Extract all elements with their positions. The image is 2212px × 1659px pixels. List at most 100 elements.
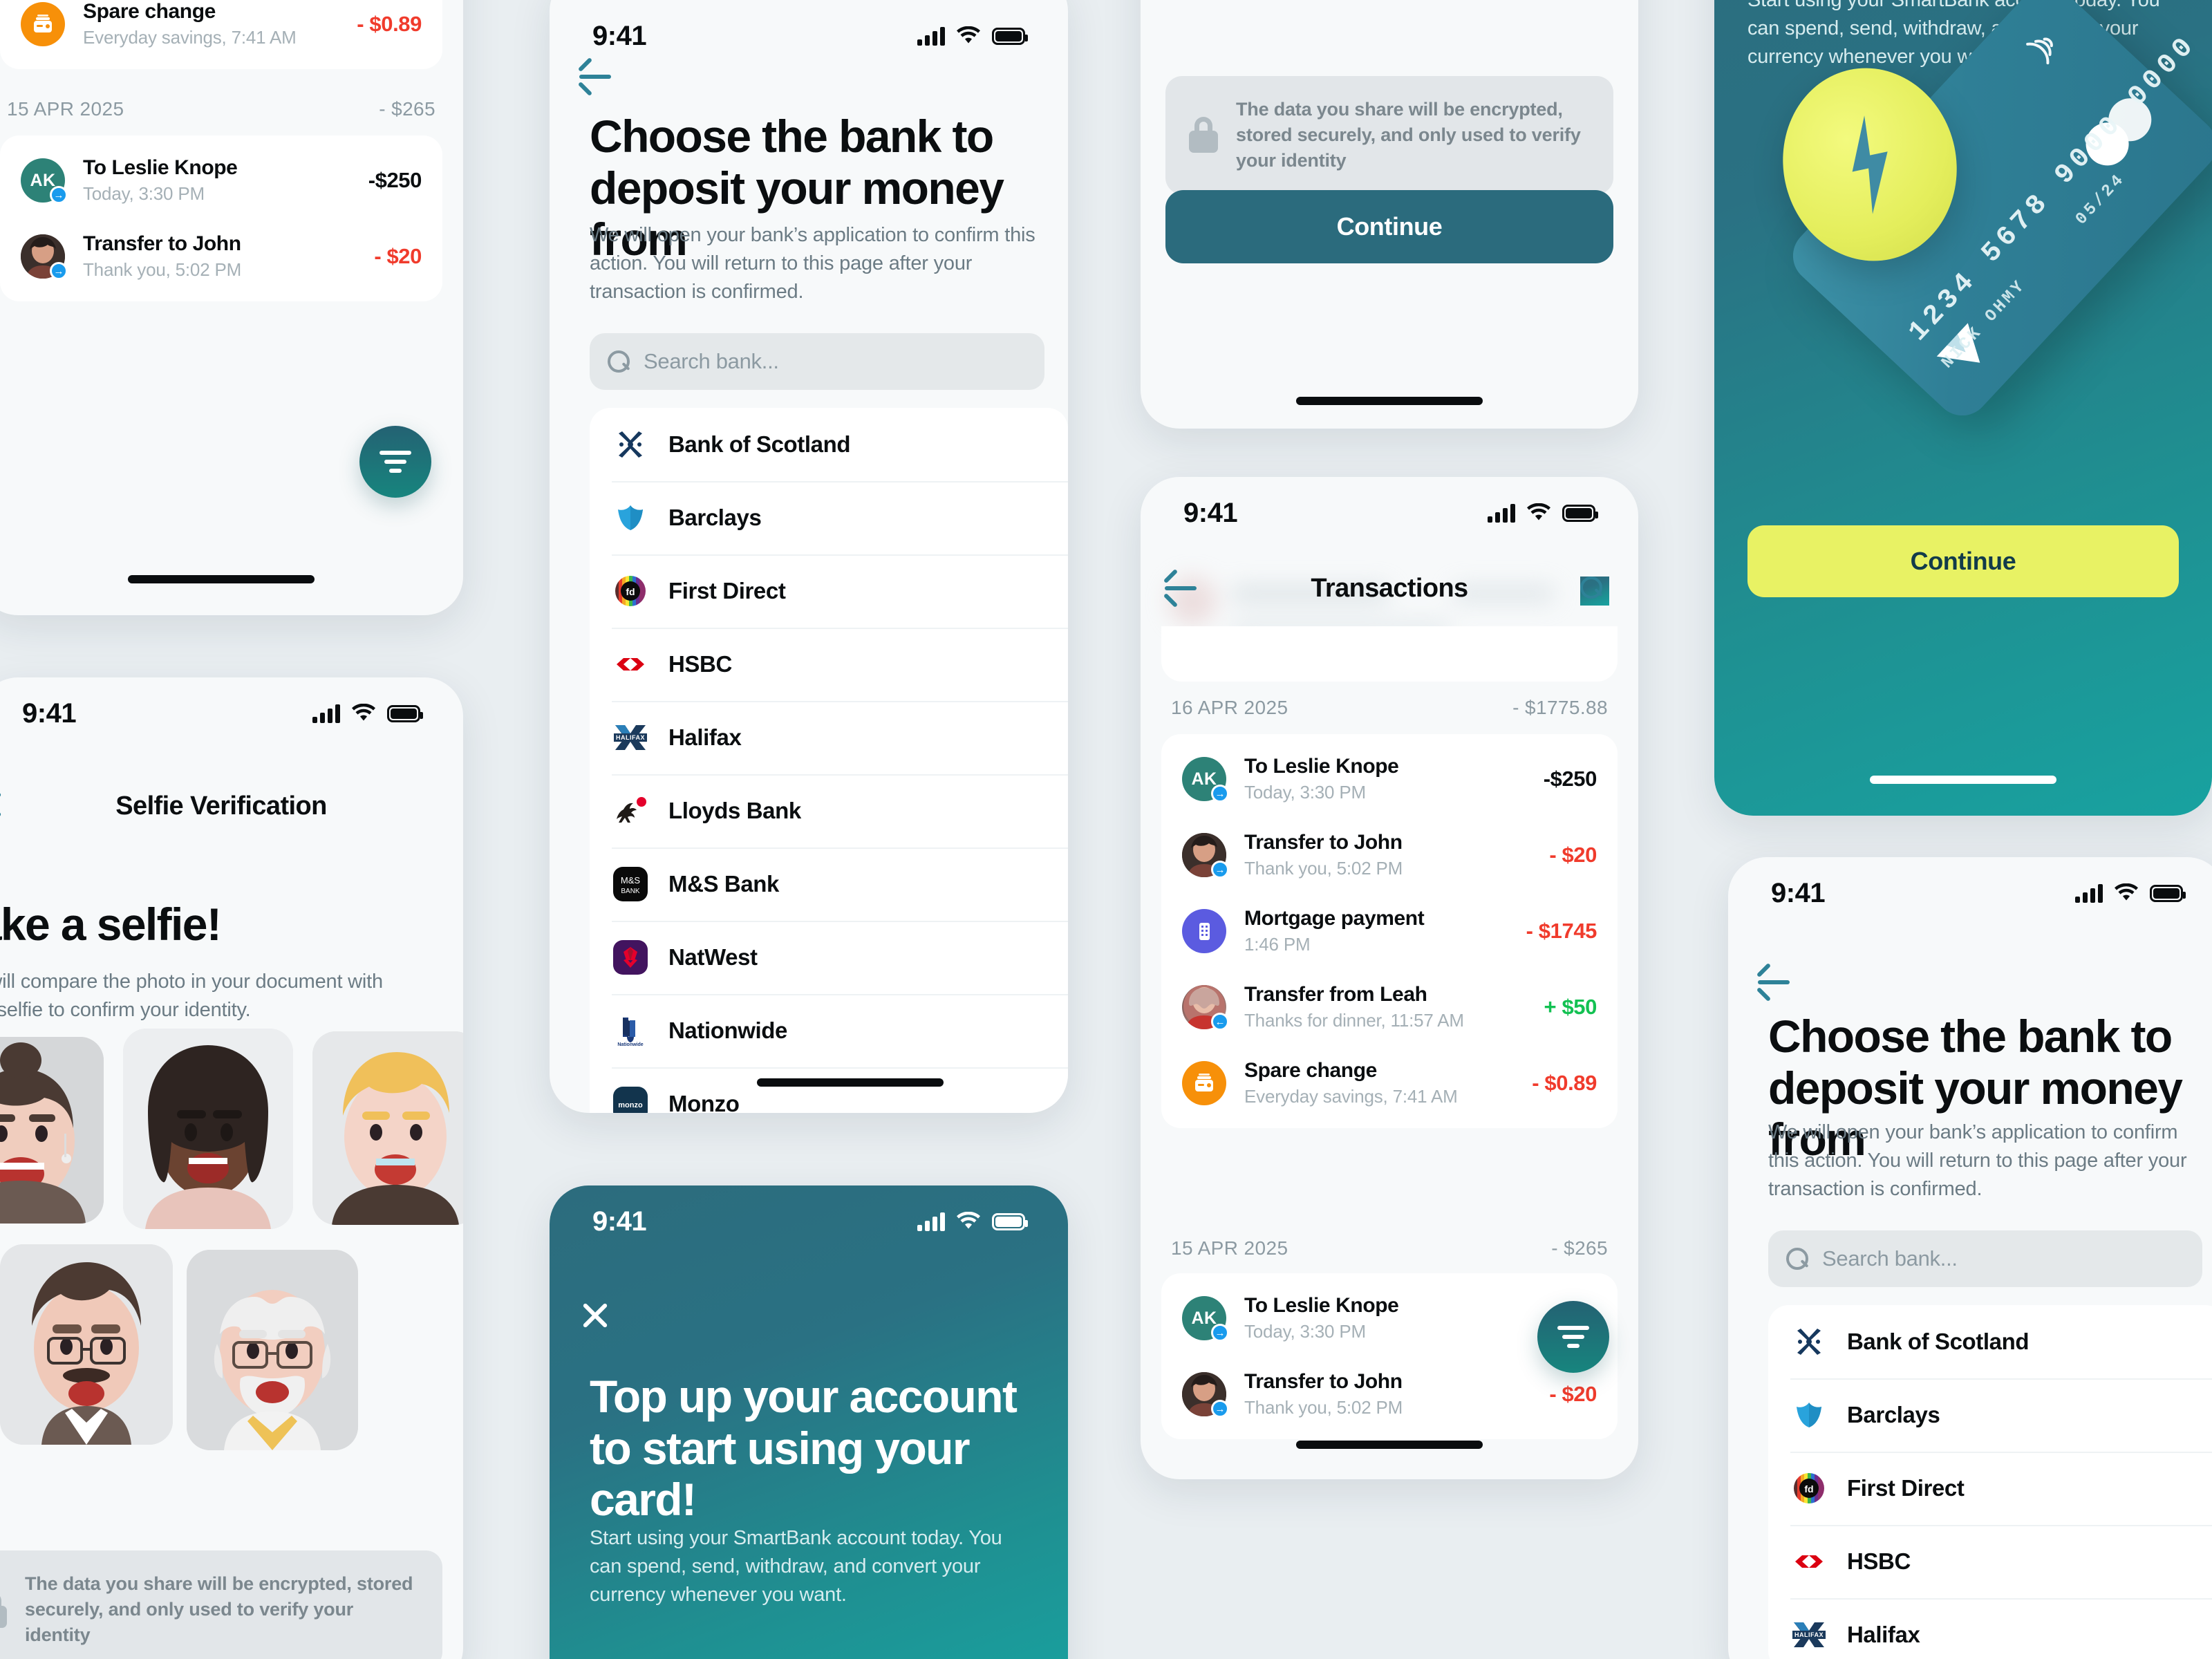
wifi-icon <box>957 1212 980 1229</box>
date-label: 15 APR 2025 <box>7 98 124 120</box>
table-row[interactable]: AK → To Leslie Knope Today, 3:30 PM -$25… <box>1161 741 1618 817</box>
continue-button[interactable]: Continue <box>1165 190 1613 263</box>
filter-icon <box>378 450 413 474</box>
bank-list-item[interactable]: Bank of Scotland <box>1768 1305 2212 1378</box>
continue-button[interactable]: Continue <box>1747 525 2179 597</box>
topup-description: Start using your SmartBank account today… <box>590 1527 1002 1606</box>
wallet-icon <box>1182 1061 1226 1105</box>
search-button[interactable] <box>1580 577 1609 606</box>
bank-list-item[interactable]: Lloyds Bank <box>590 774 1068 847</box>
close-button[interactable] <box>573 1293 617 1338</box>
topup-heading: Top up your account to start using your … <box>590 1371 1018 1526</box>
bank-list-item[interactable]: M&S BANK M&S Bank <box>590 847 1068 921</box>
bank-name: Nationwide <box>668 1018 788 1043</box>
table-row[interactable]: Mortgage payment 1:46 PM - $1745 <box>1161 893 1618 969</box>
back-button[interactable] <box>1752 959 1796 1004</box>
lock-icon <box>0 1591 7 1628</box>
status-time: 9:41 <box>1183 497 1238 528</box>
transaction-subtitle: 1:46 PM <box>1244 934 1311 955</box>
status-time: 9:41 <box>1771 877 1826 908</box>
contactless-icon <box>805 1649 888 1659</box>
bank-list-item[interactable]: NatWest <box>590 921 1068 994</box>
search-input[interactable]: Search bank... <box>590 333 1044 390</box>
avatar: AK → <box>1182 757 1229 803</box>
transaction-subtitle: Everyday savings, 7:41 AM <box>1244 1086 1458 1107</box>
transaction-subtitle: Thank you, 5:02 PM <box>1244 858 1403 879</box>
avatar-tile[interactable] <box>187 1250 358 1450</box>
avatar-tile[interactable] <box>123 1029 293 1229</box>
transaction-title: Transfer to John <box>83 232 241 255</box>
bank-list-item[interactable]: HSBC <box>590 628 1068 701</box>
lock-icon <box>1189 117 1218 153</box>
wifi-icon <box>957 26 980 44</box>
bank-name: HSBC <box>668 651 732 677</box>
phone-bank-picker: 9:41 Choose the bank to deposit your mon… <box>550 0 1068 1113</box>
phone-card-promo: Start using your SmartBank account today… <box>1714 0 2212 816</box>
back-button[interactable] <box>573 54 617 98</box>
bank-list-item[interactable]: HSBC <box>1768 1525 2212 1598</box>
bank-name: M&S Bank <box>668 871 779 897</box>
avatar-initials: AK <box>1191 1308 1217 1328</box>
halifax-logo: HALIFAX <box>612 719 649 756</box>
table-row[interactable]: → Transfer to John Thank you, 5:02 PM - … <box>1161 1356 1618 1432</box>
direction-badge: → <box>1211 785 1229 803</box>
bank-name: Barclays <box>1847 1402 1940 1427</box>
direction-badge: → <box>1211 1324 1229 1342</box>
transaction-amount: - $0.89 <box>1532 1071 1597 1095</box>
bank-list-item[interactable]: HALIFAX Halifax <box>590 701 1068 774</box>
bank-list-item[interactable]: Barclays <box>590 481 1068 554</box>
avatar: ← <box>1182 985 1229 1031</box>
bank-name: Barclays <box>668 505 762 530</box>
status-bar: 9:41 <box>1141 477 1638 549</box>
transaction-subtitle: Today, 3:30 PM <box>1244 1321 1366 1342</box>
bank-list-item[interactable]: HALIFAX Halifax <box>1768 1598 2212 1659</box>
date-header: 16 APR 2025 - $1775.88 <box>1164 697 1615 719</box>
bank-of-scotland-logo <box>1790 1323 1828 1360</box>
selfie-description: We will compare the photo in your docume… <box>0 971 383 1022</box>
bank-list: Bank of Scotland Barclays fd First Direc… <box>590 408 1068 1113</box>
avatar-tile[interactable] <box>312 1031 463 1225</box>
search-input[interactable]: Search bank... <box>1768 1230 2202 1287</box>
table-row[interactable]: AK → To Leslie Knope Today, 3:30 PM -$25… <box>0 142 442 218</box>
svg-text:fd: fd <box>626 586 635 597</box>
ms-bank-logo: M&S BANK <box>612 865 649 903</box>
bank-list-item[interactable]: Nationwide Nationwide <box>590 994 1068 1067</box>
avatar: → <box>1182 833 1229 879</box>
status-bar: 9:41 <box>550 0 1068 72</box>
bank-list-item[interactable]: Barclays <box>1768 1378 2212 1452</box>
phone-identity-continue: The data you share will be encrypted, st… <box>1141 0 1638 429</box>
wifi-icon <box>2115 883 2138 901</box>
transaction-title: To Leslie Knope <box>1244 755 1399 778</box>
phone-bank-picker-secondary: 9:41 Choose the bank to deposit your mon… <box>1728 857 2212 1659</box>
transaction-amount: - $20 <box>1549 1382 1597 1406</box>
transaction-title: Transfer to John <box>1244 1370 1403 1393</box>
avatar-tile[interactable] <box>0 1037 104 1224</box>
battery-icon <box>387 704 423 722</box>
status-bar: 9:41 <box>1728 857 2212 929</box>
page-description: We will open your bank’s application to … <box>590 224 1035 303</box>
bank-list-item[interactable]: Bank of Scotland <box>590 408 1068 481</box>
filter-fab-button[interactable] <box>1537 1301 1609 1373</box>
avatar-initials: AK <box>1191 769 1217 789</box>
lloyds-bank-logo <box>612 792 649 830</box>
search-icon <box>608 350 630 373</box>
bank-list-item[interactable]: fd First Direct <box>1768 1452 2212 1525</box>
privacy-banner: The data you share will be encrypted, st… <box>0 1550 442 1659</box>
battery-icon <box>992 27 1028 45</box>
home-indicator <box>1870 776 2056 784</box>
table-row[interactable]: → Transfer to John Thank you, 5:02 PM - … <box>0 218 442 294</box>
filter-fab-button[interactable] <box>359 426 431 498</box>
table-row[interactable]: Spare change Everyday savings, 7:41 AM -… <box>0 0 442 62</box>
page-title: Selfie Verification <box>115 791 327 821</box>
table-row[interactable]: Spare change Everyday savings, 7:41 AM -… <box>1161 1045 1618 1121</box>
back-arrow-icon <box>1756 970 1790 1002</box>
avatar-initials: AK <box>30 170 56 190</box>
home-indicator <box>1296 1441 1483 1449</box>
table-row[interactable]: → Transfer to John Thank you, 5:02 PM - … <box>1161 817 1618 893</box>
bank-list-item[interactable]: fd First Direct <box>590 554 1068 628</box>
bank-list-item[interactable]: monzo Monzo <box>590 1067 1068 1113</box>
avatar-tile[interactable] <box>0 1244 173 1445</box>
table-row[interactable]: ← Transfer from Leah Thanks for dinner, … <box>1161 969 1618 1045</box>
status-time: 9:41 <box>592 20 647 51</box>
phone-transactions: 9:41 Transactions 16 APR 2025 - $1775.88 <box>1141 477 1638 1479</box>
